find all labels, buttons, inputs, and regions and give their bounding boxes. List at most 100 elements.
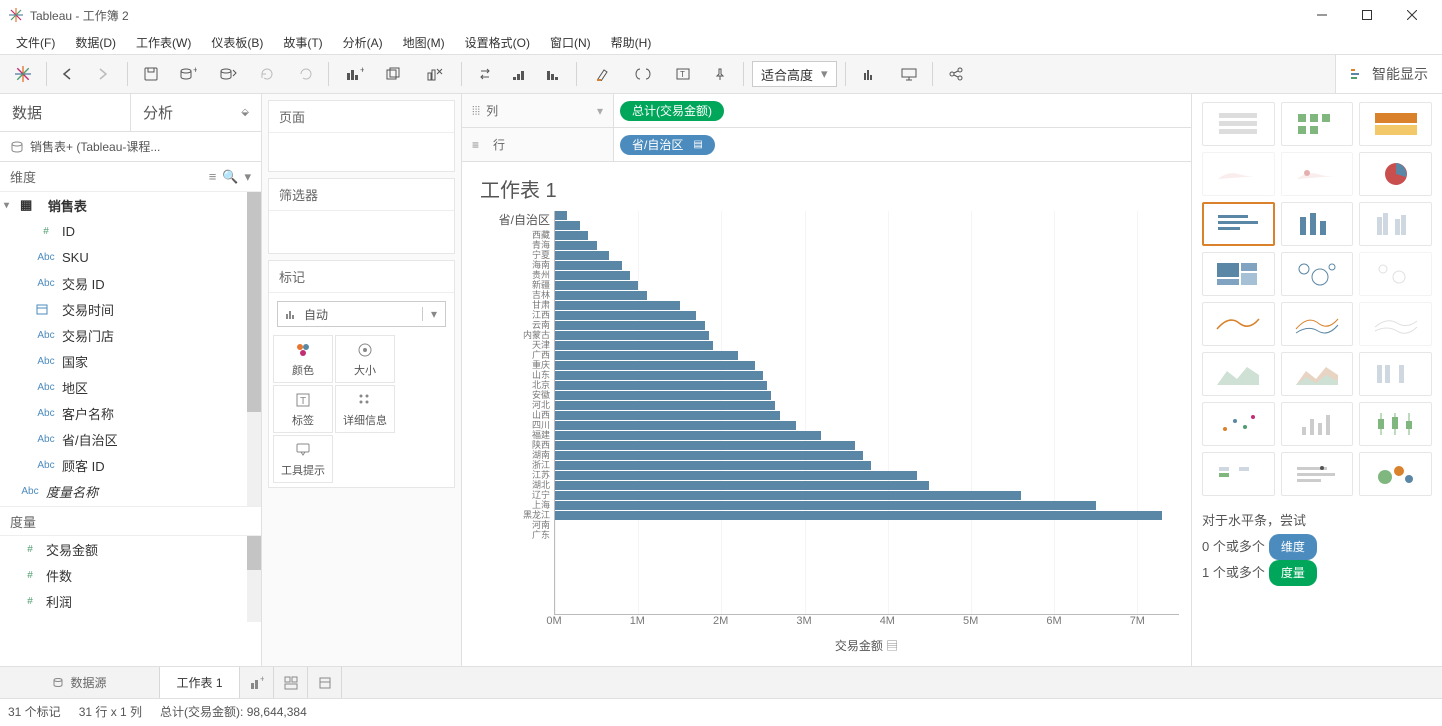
show-me-chart-type[interactable] [1359, 202, 1432, 246]
bar[interactable] [555, 221, 580, 230]
tableau-icon[interactable] [8, 60, 38, 88]
sheet-tab[interactable]: 工作表 1 [160, 667, 240, 698]
refresh-data-button[interactable] [210, 60, 246, 88]
mark-tooltip-button[interactable]: 工具提示 [273, 435, 333, 483]
show-me-chart-type[interactable] [1202, 202, 1275, 246]
show-me-chart-type[interactable] [1202, 302, 1275, 346]
bar[interactable] [555, 401, 775, 410]
bar[interactable] [555, 381, 767, 390]
filters-shelf[interactable] [269, 211, 454, 253]
auto-update-button[interactable] [250, 60, 286, 88]
bar[interactable] [555, 281, 638, 290]
dimension-field[interactable]: Abc交易门店 [0, 322, 261, 348]
sheet-title[interactable]: 工作表 1 [462, 162, 1191, 207]
show-me-chart-type[interactable] [1359, 452, 1432, 496]
measure-field[interactable]: #交易金额 [0, 536, 261, 562]
scrollbar[interactable] [247, 536, 261, 622]
tab-analytics[interactable]: 分析⬙ [131, 94, 261, 131]
show-me-chart-type[interactable] [1281, 102, 1354, 146]
show-me-chart-type[interactable] [1359, 352, 1432, 396]
menu-worksheet[interactable]: 工作表(W) [126, 31, 201, 54]
bar[interactable] [555, 411, 780, 420]
forward-button[interactable] [89, 60, 119, 88]
menu-format[interactable]: 设置格式(O) [455, 31, 540, 54]
bar[interactable] [555, 261, 622, 270]
bar[interactable] [555, 351, 738, 360]
show-me-chart-type[interactable] [1281, 302, 1354, 346]
bar[interactable] [555, 271, 630, 280]
back-button[interactable] [55, 60, 85, 88]
menu-help[interactable]: 帮助(H) [601, 31, 662, 54]
bar[interactable] [555, 481, 929, 490]
bar[interactable] [555, 321, 705, 330]
bar[interactable] [555, 421, 796, 430]
bar[interactable] [555, 511, 1162, 520]
bar-chart[interactable] [554, 211, 1179, 615]
columns-shelf[interactable]: ⦙⦙⦙列 ▾ 总计(交易金额) [462, 94, 1191, 128]
menu-map[interactable]: 地图(M) [393, 31, 455, 54]
datasource-row[interactable]: 销售表+ (Tableau-课程... [0, 132, 261, 162]
show-me-chart-type[interactable] [1359, 102, 1432, 146]
dimension-field[interactable]: Abc顾客 ID [0, 452, 261, 478]
show-me-chart-type[interactable] [1202, 152, 1275, 196]
share-button[interactable] [941, 60, 971, 88]
row-pill[interactable]: 省/自治区▤ [620, 135, 715, 155]
save-button[interactable] [136, 60, 166, 88]
duplicate-button[interactable] [377, 60, 413, 88]
show-me-chart-type[interactable] [1202, 252, 1275, 296]
sort-desc-button[interactable] [538, 60, 568, 88]
bar[interactable] [555, 251, 609, 260]
dimension-field[interactable]: Abc度量名称 [0, 478, 261, 504]
bar[interactable] [555, 461, 871, 470]
mark-type-dropdown[interactable]: 自动 ▾ [277, 301, 446, 327]
label-button[interactable]: T [665, 60, 701, 88]
bar[interactable] [555, 451, 863, 460]
show-me-chart-type[interactable] [1359, 402, 1432, 446]
bar[interactable] [555, 431, 821, 440]
bar[interactable] [555, 341, 713, 350]
bar[interactable] [555, 371, 763, 380]
menu-window[interactable]: 窗口(N) [540, 31, 601, 54]
sort-asc-button[interactable] [504, 60, 534, 88]
bar[interactable] [555, 361, 755, 370]
presentation-button[interactable] [894, 60, 924, 88]
pages-shelf[interactable] [269, 133, 454, 171]
new-worksheet-tab[interactable]: + [240, 667, 274, 698]
menu-analysis[interactable]: 分析(A) [333, 31, 393, 54]
new-sheet-button[interactable]: + [337, 60, 373, 88]
dimension-field[interactable]: Abc国家 [0, 348, 261, 374]
mark-detail-button[interactable]: 详细信息 [335, 385, 395, 433]
show-me-chart-type[interactable] [1202, 352, 1275, 396]
dimension-field[interactable]: 交易时间 [0, 296, 261, 322]
menu-icon[interactable]: ▾ [244, 169, 251, 185]
show-me-chart-type[interactable] [1281, 402, 1354, 446]
bar[interactable] [555, 491, 1021, 500]
bar[interactable] [555, 501, 1096, 510]
dimension-field[interactable]: AbcSKU [0, 244, 261, 270]
mark-label-button[interactable]: T标签 [273, 385, 333, 433]
measure-field[interactable]: #件数 [0, 562, 261, 588]
dimension-field[interactable]: Abc交易 ID [0, 270, 261, 296]
bar[interactable] [555, 291, 647, 300]
new-dashboard-tab[interactable] [274, 667, 308, 698]
datasource-tab[interactable]: 数据源 [0, 667, 160, 698]
show-cards-button[interactable] [854, 60, 890, 88]
menu-dashboard[interactable]: 仪表板(B) [201, 31, 273, 54]
bar[interactable] [555, 331, 709, 340]
show-me-chart-type[interactable] [1281, 252, 1354, 296]
measure-field[interactable]: #利润 [0, 588, 261, 614]
column-pill[interactable]: 总计(交易金额) [620, 101, 724, 121]
menu-file[interactable]: 文件(F) [6, 31, 65, 54]
bar[interactable] [555, 211, 567, 220]
close-button[interactable] [1389, 0, 1434, 30]
bar[interactable] [555, 441, 855, 450]
menu-data[interactable]: 数据(D) [65, 31, 126, 54]
show-me-chart-type[interactable] [1281, 352, 1354, 396]
rows-shelf[interactable]: ≡行 省/自治区▤ [462, 128, 1191, 162]
minimize-button[interactable] [1299, 0, 1344, 30]
dimension-field[interactable]: Abc地区 [0, 374, 261, 400]
clear-button[interactable] [417, 60, 453, 88]
group-button[interactable] [625, 60, 661, 88]
scrollbar[interactable] [247, 192, 261, 506]
show-me-chart-type[interactable] [1202, 402, 1275, 446]
